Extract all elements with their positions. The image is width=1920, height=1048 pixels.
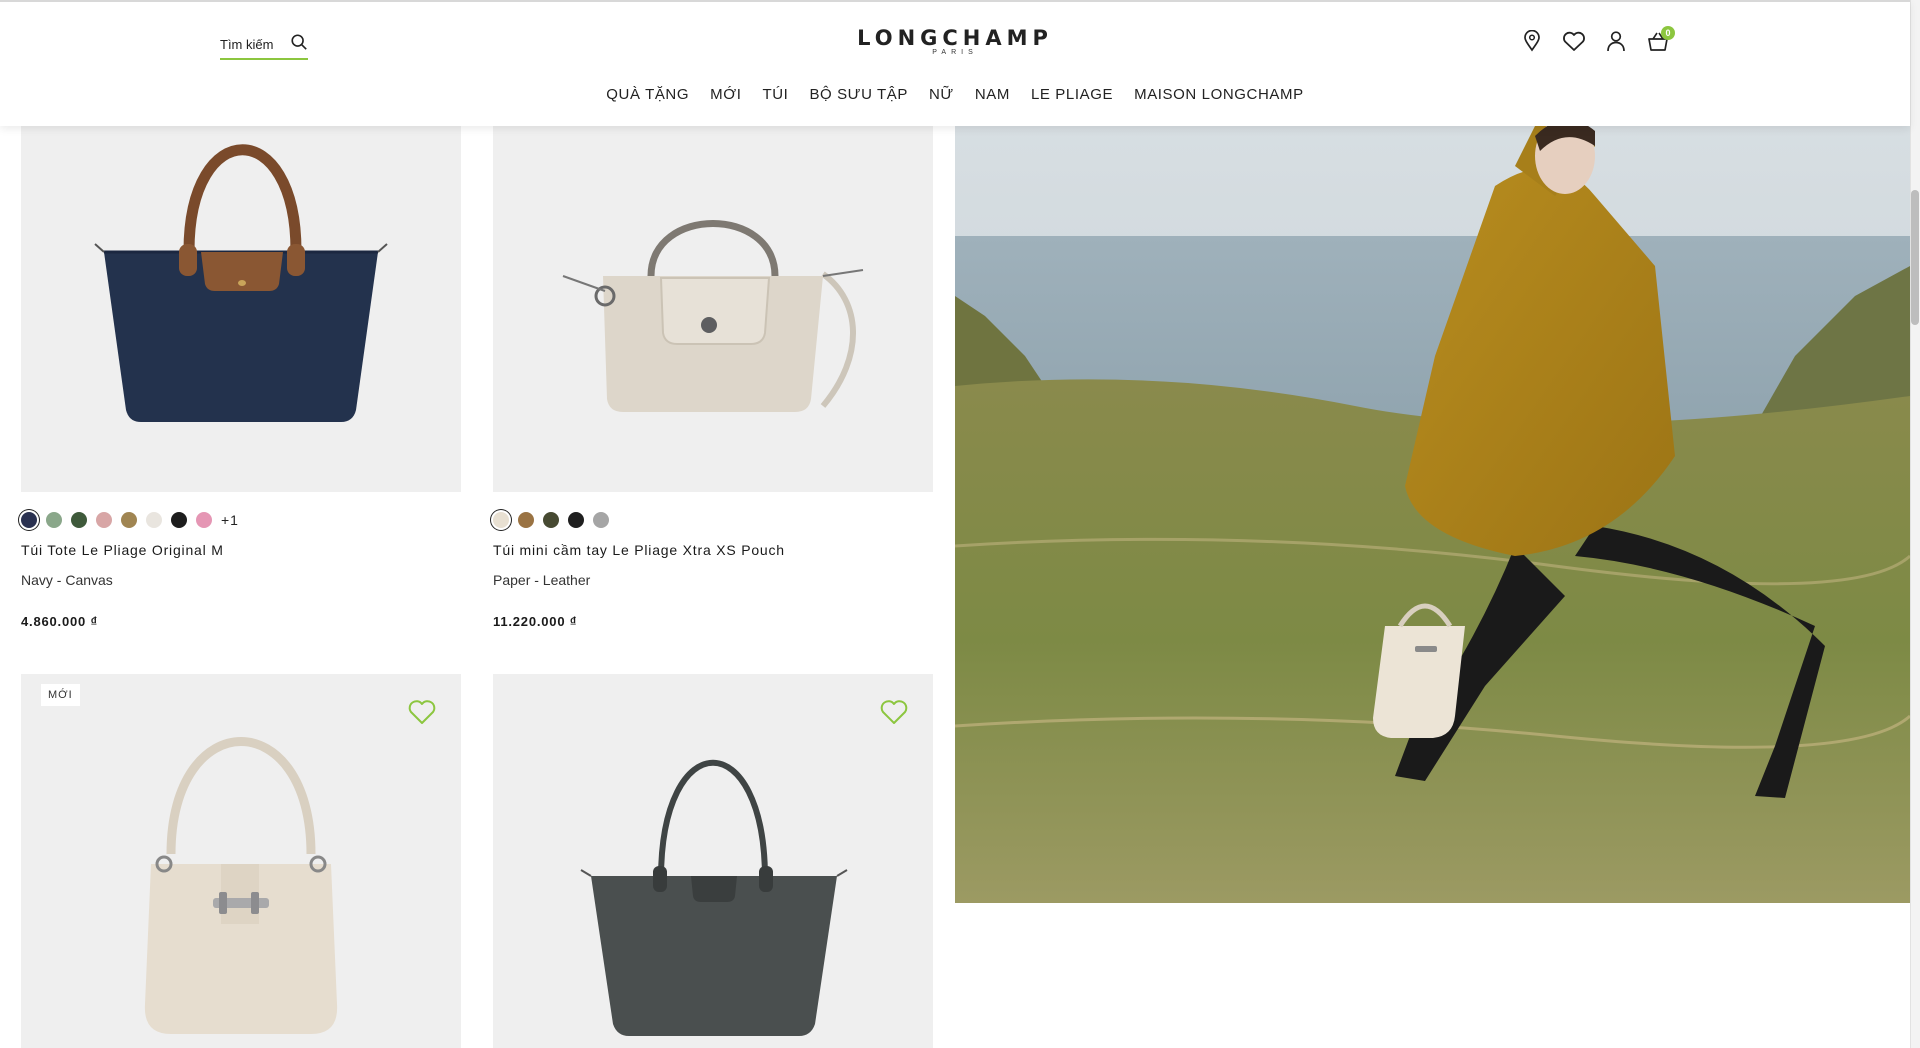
product-image[interactable]: [493, 126, 933, 492]
product-image[interactable]: [21, 126, 461, 492]
scrollbar-thumb[interactable]: [1911, 190, 1919, 325]
nav-item-gifts[interactable]: QUÀ TẶNG: [606, 86, 689, 103]
product-card[interactable]: Túi mini cầm tay Le Pliage Xtra XS Pouch…: [493, 126, 933, 629]
swatch[interactable]: [121, 512, 137, 528]
swatch[interactable]: [568, 512, 584, 528]
main-nav: QUÀ TẶNG MỚI TÚI BỘ SƯU TẬP NỮ NAM LE PL…: [0, 86, 1910, 103]
product-card[interactable]: +1 Túi Tote Le Pliage Original M Navy - …: [21, 126, 461, 629]
swatch[interactable]: [21, 512, 37, 528]
product-price: 11.220.000 ₫: [493, 614, 578, 629]
swatch[interactable]: [146, 512, 162, 528]
product-card[interactable]: [493, 674, 933, 1048]
nav-item-le-pliage[interactable]: LE PLIAGE: [1031, 86, 1113, 103]
nav-item-women[interactable]: NỮ: [929, 86, 954, 103]
campaign-image[interactable]: [955, 126, 1910, 903]
swatch[interactable]: [518, 512, 534, 528]
product-name[interactable]: Túi mini cầm tay Le Pliage Xtra XS Pouch: [493, 542, 933, 558]
more-colors-link[interactable]: +1: [221, 512, 239, 528]
product-image[interactable]: MỚI: [21, 674, 461, 1048]
swatch[interactable]: [71, 512, 87, 528]
swatch[interactable]: [543, 512, 559, 528]
wishlist-icon[interactable]: [1562, 28, 1586, 54]
color-swatches: [493, 510, 933, 530]
product-image[interactable]: [493, 674, 933, 1048]
product-card[interactable]: MỚI: [21, 674, 461, 1048]
swatch[interactable]: [171, 512, 187, 528]
nav-item-maison[interactable]: MAISON LONGCHAMP: [1134, 86, 1304, 103]
header-icons: 0: [1520, 26, 1675, 54]
swatch[interactable]: [96, 512, 112, 528]
account-icon[interactable]: [1604, 28, 1628, 54]
store-locator-icon[interactable]: [1520, 28, 1544, 54]
cart-count-badge: 0: [1661, 26, 1675, 40]
site-header: Tìm kiếm LONGCHAMP PARIS 0 QUÀ TẶNG MỚI …: [0, 0, 1910, 126]
nav-item-new[interactable]: MỚI: [710, 86, 741, 103]
page-scrollbar[interactable]: [1910, 0, 1920, 1048]
color-swatches: +1: [21, 510, 461, 530]
cart-icon[interactable]: 0: [1646, 26, 1675, 54]
product-price: 4.860.000 ₫: [21, 614, 98, 629]
swatch[interactable]: [493, 512, 509, 528]
swatch[interactable]: [196, 512, 212, 528]
product-name[interactable]: Túi Tote Le Pliage Original M: [21, 542, 461, 558]
swatch[interactable]: [46, 512, 62, 528]
nav-item-bags[interactable]: TÚI: [762, 86, 788, 103]
swatch[interactable]: [593, 512, 609, 528]
nav-item-men[interactable]: NAM: [975, 86, 1010, 103]
product-material: Navy - Canvas: [21, 572, 113, 588]
product-material: Paper - Leather: [493, 572, 591, 588]
nav-item-collections[interactable]: BỘ SƯU TẬP: [809, 86, 908, 103]
